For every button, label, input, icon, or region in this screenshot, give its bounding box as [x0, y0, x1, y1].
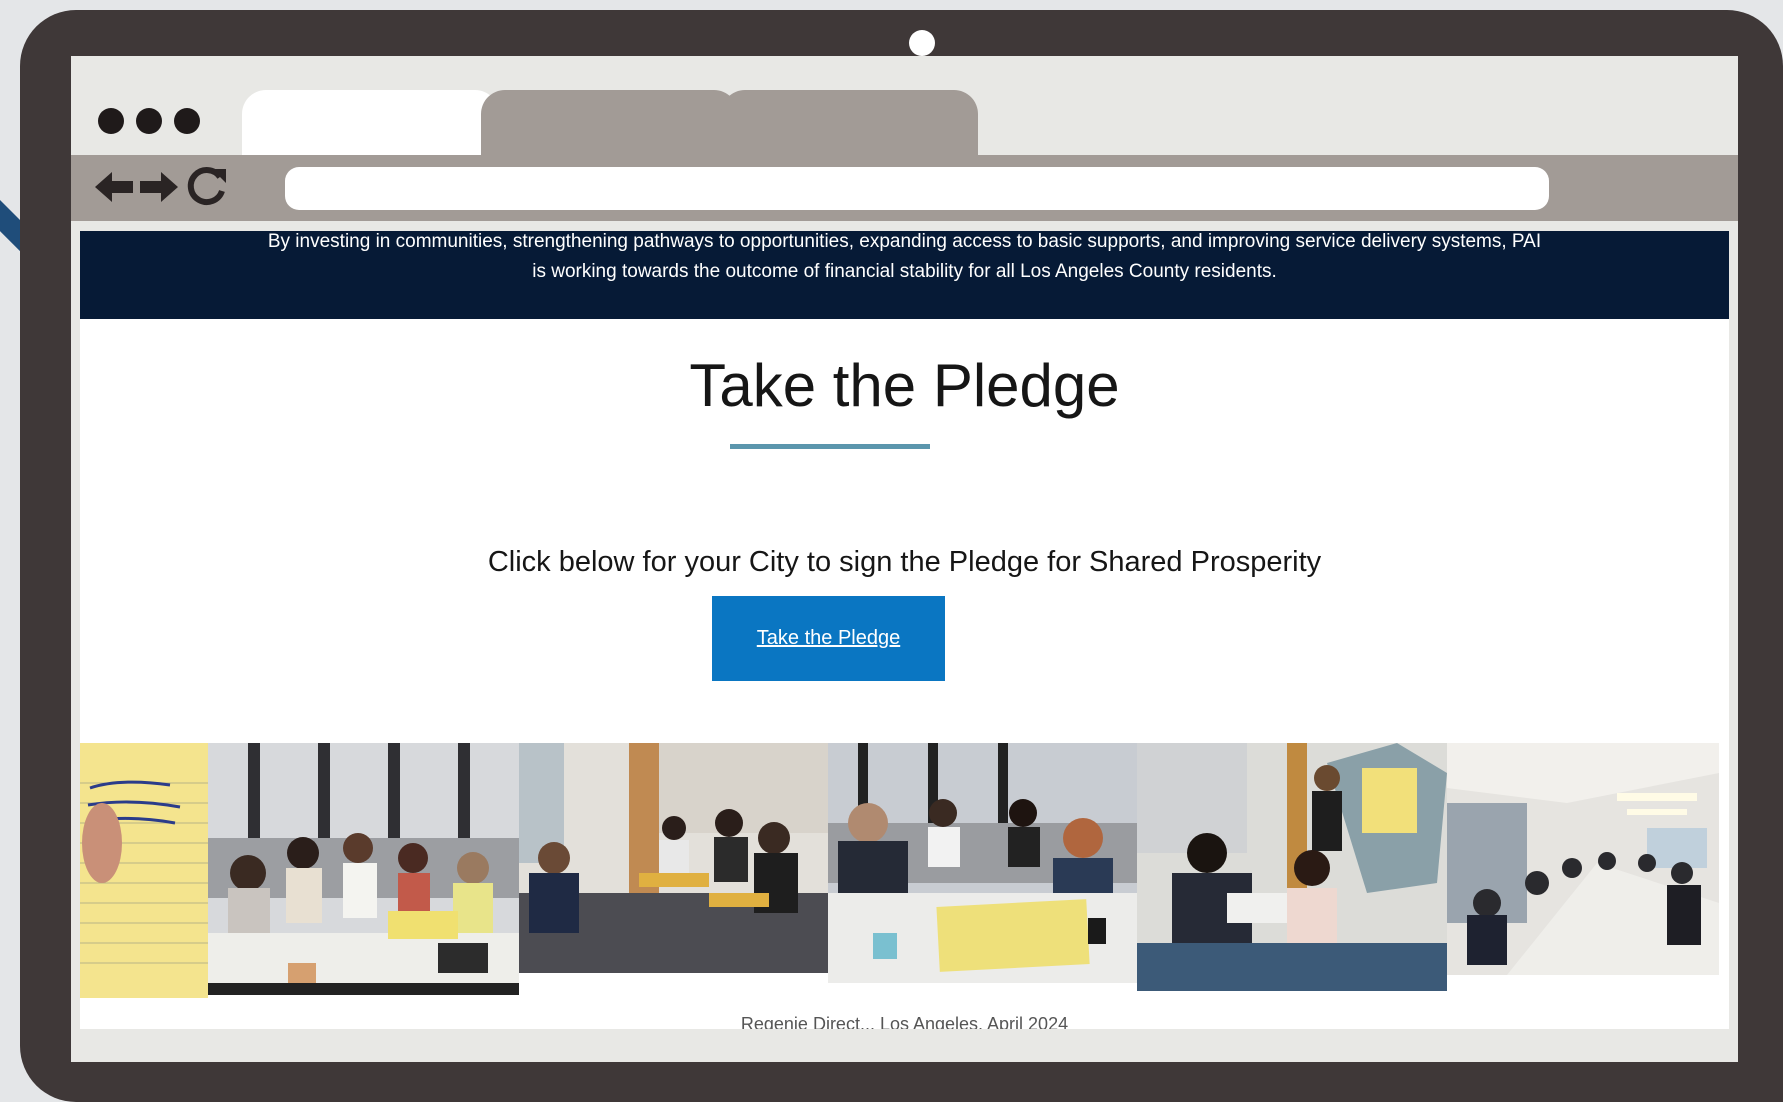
- take-pledge-button[interactable]: Take the Pledge: [712, 596, 945, 681]
- banner-text-line-1: By investing in communities, strengtheni…: [267, 231, 1542, 252]
- window-controls: [98, 108, 200, 134]
- pledge-prompt: Click below for your City to sign the Pl…: [487, 546, 1322, 578]
- tab-bar: [71, 56, 1738, 156]
- window-dot-icon[interactable]: [98, 108, 124, 134]
- reload-icon[interactable]: [186, 167, 230, 207]
- browser-window: By investing in communities, strengtheni…: [71, 56, 1738, 1062]
- photo-caption: Regenie Direct... Los Angeles, April 202…: [740, 1014, 1069, 1029]
- sofa-meeting-photo: [208, 743, 519, 995]
- address-bar[interactable]: [285, 167, 1549, 210]
- page-title: Take the Pledge: [689, 352, 1120, 419]
- boardroom-photo: [1447, 743, 1719, 975]
- table-notes-photo: [828, 743, 1137, 983]
- forward-arrow-icon[interactable]: [136, 167, 180, 207]
- mission-banner: By investing in communities, strengtheni…: [80, 231, 1729, 319]
- laptop-frame: By investing in communities, strengtheni…: [20, 10, 1783, 1102]
- banner-text-line-2: is working towards the outcome of financ…: [532, 261, 1277, 282]
- presenter-easel-photo: [1137, 743, 1447, 991]
- back-arrow-icon[interactable]: [93, 167, 137, 207]
- webcam-dot: [909, 30, 935, 56]
- navigation-bar: [71, 155, 1738, 221]
- flipchart-photo: [80, 743, 208, 998]
- browser-tab-2[interactable]: [481, 90, 738, 156]
- browser-tab-1[interactable]: [242, 90, 499, 156]
- screen-bottom-bezel: [71, 1039, 1738, 1062]
- browser-tab-3[interactable]: [721, 90, 978, 156]
- title-underline: [730, 444, 930, 449]
- lounge-discussion-photo: [519, 743, 828, 973]
- window-dot-icon[interactable]: [174, 108, 200, 134]
- photo-strip: [80, 743, 1729, 998]
- window-dot-icon[interactable]: [136, 108, 162, 134]
- web-page: By investing in communities, strengtheni…: [80, 231, 1729, 1029]
